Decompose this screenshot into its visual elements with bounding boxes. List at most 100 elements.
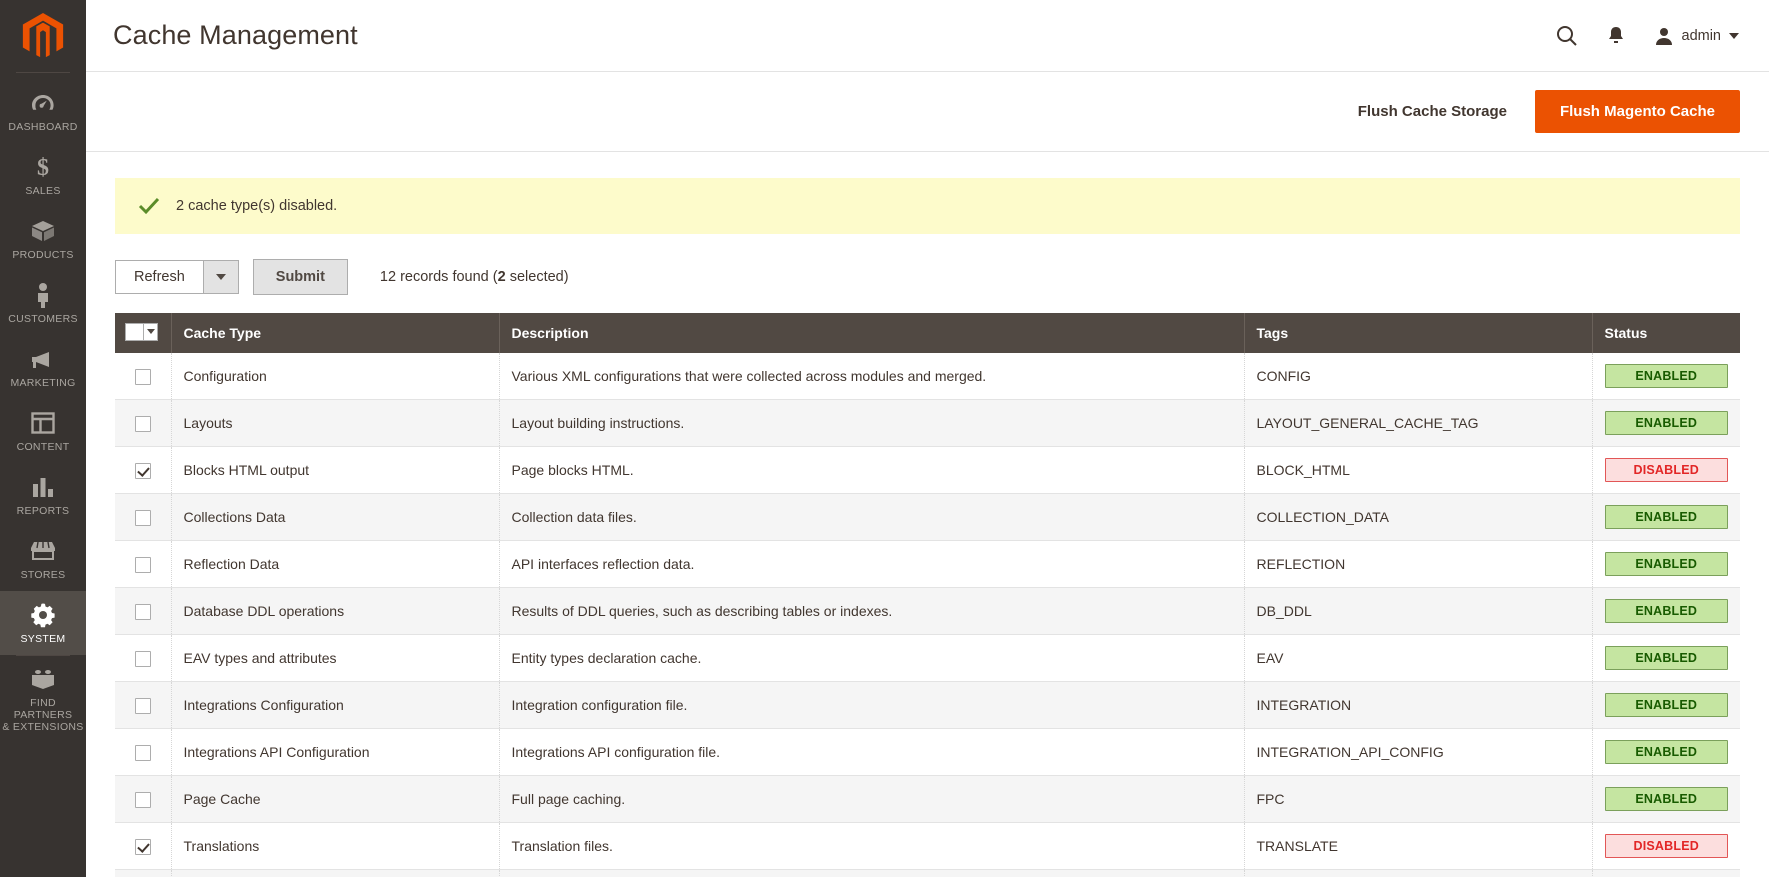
- mass-action-caret[interactable]: [202, 260, 239, 294]
- reports-bar-chart-icon: [31, 474, 55, 500]
- row-checkbox[interactable]: [134, 415, 151, 432]
- table-row[interactable]: Configuration Various XML configurations …: [115, 353, 1740, 400]
- sidebar-item-dashboard[interactable]: DASHBOARD: [0, 79, 86, 143]
- chevron-down-icon: [146, 329, 155, 334]
- mass-action-value[interactable]: Refresh: [115, 260, 203, 294]
- cell-cache-type: Integrations Configuration: [171, 681, 500, 729]
- cell-cache-type: Reflection Data: [171, 540, 500, 588]
- marketing-megaphone-icon: [29, 346, 57, 372]
- page-title: Cache Management: [113, 20, 358, 50]
- cell-tags: EAV: [1244, 634, 1593, 682]
- table-row[interactable]: Reflection Data API interfaces reflection…: [115, 540, 1740, 588]
- success-message-text: 2 cache type(s) disabled.: [176, 198, 338, 214]
- table-row[interactable]: Integrations Configuration Integration co…: [115, 681, 1740, 729]
- row-checkbox-cell[interactable]: [115, 540, 172, 588]
- row-checkbox-cell[interactable]: [115, 822, 172, 870]
- row-checkbox[interactable]: [134, 791, 151, 808]
- row-checkbox-cell[interactable]: [115, 681, 172, 729]
- cell-tags: FPC: [1244, 775, 1593, 823]
- row-checkbox-cell[interactable]: [115, 869, 172, 877]
- row-checkbox[interactable]: [134, 509, 151, 526]
- main-content: Cache Management admin Flush Cache Stora…: [86, 0, 1769, 877]
- cell-tags: BLOCK_HTML: [1244, 446, 1593, 494]
- cell-status: DISABLED: [1592, 822, 1740, 870]
- row-checkbox-cell[interactable]: [115, 493, 172, 541]
- row-checkbox-cell[interactable]: [115, 728, 172, 776]
- sidebar-item-system[interactable]: SYSTEM: [0, 591, 86, 655]
- flush-cache-storage-button[interactable]: Flush Cache Storage: [1330, 93, 1535, 130]
- cell-status: ENABLED: [1592, 728, 1740, 776]
- submit-button[interactable]: Submit: [252, 259, 348, 295]
- row-checkbox-cell[interactable]: [115, 775, 172, 823]
- row-checkbox-cell[interactable]: [115, 353, 172, 400]
- select-all-checkbox[interactable]: [125, 322, 158, 341]
- user-avatar-icon: [1655, 27, 1672, 45]
- row-checkbox[interactable]: [134, 462, 151, 479]
- flush-magento-cache-button[interactable]: Flush Magento Cache: [1534, 90, 1740, 133]
- column-header-status[interactable]: Status: [1592, 313, 1740, 353]
- table-body: Configuration Various XML configurations …: [115, 353, 1740, 877]
- table-row[interactable]: EAV types and attributes Entity types dec…: [115, 634, 1740, 682]
- search-icon[interactable]: [1556, 25, 1578, 47]
- cell-status: ENABLED: [1592, 869, 1740, 877]
- cell-tags: COLLECTION_DATA: [1244, 493, 1593, 541]
- sidebar-item-find-partners-extensions[interactable]: FIND PARTNERS & EXTENSIONS: [0, 655, 86, 743]
- row-checkbox[interactable]: [134, 744, 151, 761]
- row-checkbox[interactable]: [134, 650, 151, 667]
- success-message: 2 cache type(s) disabled.: [115, 178, 1740, 234]
- grid-toolbar: Refresh Submit 12 records found (2 selec…: [115, 259, 1740, 295]
- table-row[interactable]: Blocks HTML output Page blocks HTML. BLOCK…: [115, 446, 1740, 494]
- cell-tags: INTEGRATION_API_CONFIG: [1244, 728, 1593, 776]
- table-row[interactable]: Layouts Layout building instructions. LAYO…: [115, 399, 1740, 447]
- column-header-cache-type[interactable]: Cache Type: [171, 313, 500, 353]
- row-checkbox-cell[interactable]: [115, 634, 172, 682]
- row-checkbox[interactable]: [134, 368, 151, 385]
- row-checkbox[interactable]: [134, 697, 151, 714]
- select-all-header[interactable]: [115, 313, 172, 353]
- sidebar-item-marketing[interactable]: MARKETING: [0, 335, 86, 399]
- status-badge: ENABLED: [1604, 599, 1728, 623]
- cell-status: DISABLED: [1592, 446, 1740, 494]
- sidebar-item-label-line2: & EXTENSIONS: [2, 721, 84, 733]
- row-checkbox-cell[interactable]: [115, 587, 172, 635]
- table-row[interactable]: Translations Translation files. TRANSLATE D…: [115, 822, 1740, 870]
- row-checkbox[interactable]: [134, 603, 151, 620]
- sidebar-item-label: SALES: [25, 185, 61, 197]
- sidebar-item-customers[interactable]: CUSTOMERS: [0, 271, 86, 335]
- magento-logo[interactable]: [0, 0, 86, 72]
- cell-cache-type: EAV types and attributes: [171, 634, 500, 682]
- table-row[interactable]: Database DDL operations Results of DDL qu…: [115, 587, 1740, 635]
- sidebar-item-products[interactable]: PRODUCTS: [0, 207, 86, 271]
- sidebar-item-label: CUSTOMERS: [8, 313, 78, 325]
- row-checkbox[interactable]: [134, 838, 151, 855]
- cell-description: Page blocks HTML.: [499, 446, 1245, 494]
- table-row[interactable]: Integrations API Configuration Integratio…: [115, 728, 1740, 776]
- admin-menu[interactable]: admin: [1654, 26, 1739, 46]
- bell-icon[interactable]: [1606, 25, 1626, 47]
- chevron-down-icon: [215, 274, 226, 280]
- table-row[interactable]: Collections Data Collection data files. CO…: [115, 493, 1740, 541]
- mass-action-select[interactable]: Refresh: [115, 260, 239, 294]
- cell-tags: TRANSLATE: [1244, 822, 1593, 870]
- sidebar-item-stores[interactable]: STORES: [0, 527, 86, 591]
- select-all-dropdown[interactable]: [143, 322, 158, 341]
- column-header-description[interactable]: Description: [499, 313, 1245, 353]
- cell-description: Translation files.: [499, 822, 1245, 870]
- content-area: 2 cache type(s) disabled. Refresh Submit…: [86, 152, 1769, 877]
- column-header-tags[interactable]: Tags: [1244, 313, 1593, 353]
- table-row[interactable]: Page Cache Full page caching. FPC ENABLED: [115, 775, 1740, 823]
- row-checkbox[interactable]: [134, 556, 151, 573]
- records-prefix: 12 records found (: [379, 269, 498, 285]
- row-checkbox-cell[interactable]: [115, 446, 172, 494]
- cell-cache-type: Web Services Configuration: [171, 869, 500, 877]
- sidebar-item-reports[interactable]: REPORTS: [0, 463, 86, 527]
- status-badge: ENABLED: [1604, 505, 1728, 529]
- sidebar-item-content[interactable]: CONTENT: [0, 399, 86, 463]
- row-checkbox-cell[interactable]: [115, 399, 172, 447]
- select-all-box[interactable]: [125, 322, 143, 341]
- status-badge: ENABLED: [1604, 787, 1728, 811]
- table-row[interactable]: Web Services ConfigurationREST and SOAP …: [115, 869, 1740, 877]
- extensions-brick-icon: [30, 666, 56, 692]
- cell-description: API interfaces reflection data.: [499, 540, 1245, 588]
- sidebar-item-sales[interactable]: $ SALES: [0, 143, 86, 207]
